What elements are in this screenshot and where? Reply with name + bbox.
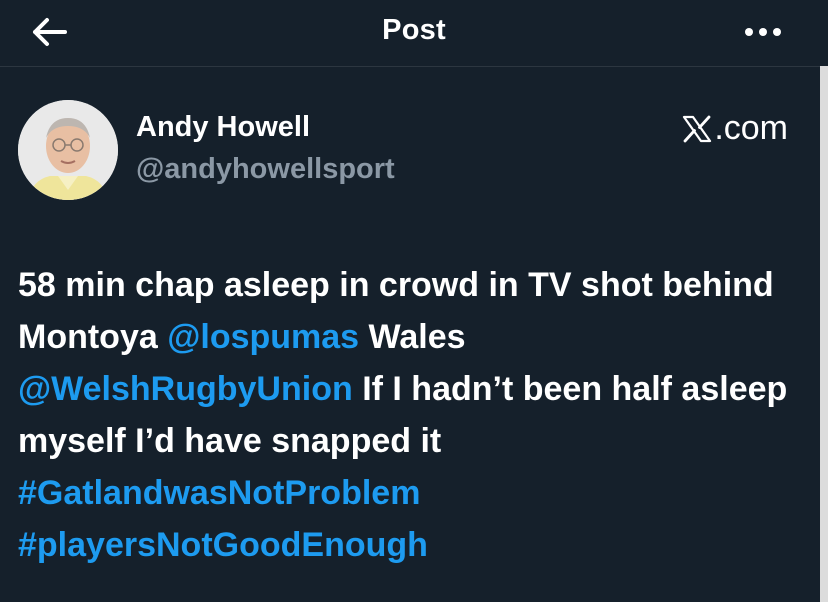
author-handle[interactable]: @andyhowellsport	[136, 153, 395, 186]
post-text-segment: Wales	[359, 318, 466, 356]
top-bar: Post	[0, 0, 828, 67]
more-options-button[interactable]	[738, 14, 788, 50]
author-name[interactable]: Andy Howell	[136, 111, 310, 144]
app-frame: Post Andy Howell @andyhowellsport .com 5…	[0, 0, 828, 602]
hashtag-gatlandwasnotproblem[interactable]: #GatlandwasNotProblem	[18, 474, 420, 512]
mention-lospumas[interactable]: @lospumas	[167, 318, 359, 356]
avatar-photo	[18, 100, 118, 200]
mention-welshrugbyunion[interactable]: @WelshRugbyUnion	[18, 370, 353, 408]
hashtag-playersnotgoodenough[interactable]: #playersNotGoodEnough	[18, 526, 428, 564]
page-title: Post	[382, 14, 446, 46]
avatar[interactable]	[18, 100, 118, 200]
post: Andy Howell @andyhowellsport .com 58 min…	[0, 67, 820, 602]
more-options-icon	[745, 28, 781, 36]
post-text: 58 min chap asleep in crowd in TV shot b…	[18, 259, 808, 571]
brand-link[interactable]: .com	[682, 109, 788, 148]
x-logo-icon	[683, 115, 712, 142]
scrollbar[interactable]	[820, 66, 828, 602]
brand-text: .com	[714, 109, 788, 147]
